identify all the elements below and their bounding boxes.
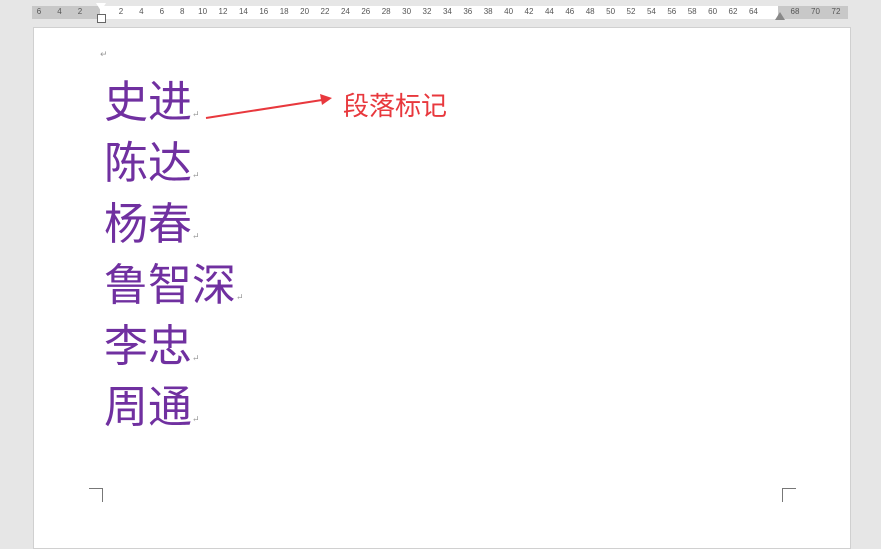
ruler-tick: 12	[218, 7, 228, 16]
ruler-tick: 44	[544, 7, 554, 16]
ruler-tick: 62	[728, 7, 738, 16]
right-indent-marker[interactable]	[775, 12, 785, 20]
document-page[interactable]: ↵ 史进↵ 陈达↵ 杨春↵ 鲁智深↵ 李忠↵ 周通↵ 段落标记	[33, 27, 851, 549]
annotation-label: 段落标记	[343, 92, 448, 122]
first-line-indent-marker[interactable]	[96, 3, 106, 11]
ruler-tick: 72	[831, 7, 841, 16]
ruler-tick: 56	[667, 7, 677, 16]
ruler-tick: 46	[565, 7, 575, 16]
ruler-tick: 14	[238, 7, 248, 16]
ruler-tick: 42	[524, 7, 534, 16]
ruler-tick: 6	[159, 7, 165, 16]
ruler-tick: 54	[646, 7, 656, 16]
ruler-tick: 40	[504, 7, 514, 16]
ruler-tick: 4	[139, 7, 144, 16]
ruler-tick: 30	[402, 7, 412, 16]
ruler-tick: 58	[687, 7, 697, 16]
ruler-tick: 52	[626, 7, 636, 16]
horizontal-ruler[interactable]: 6 4 2 2 4 6 8 10 12 14 16 18 20 22 24 26 28 30 32 34 36 38 40 4…	[32, 6, 848, 19]
ruler-tick: 50	[606, 7, 616, 16]
ruler-tick: 10	[198, 7, 208, 16]
ruler-tick: 22	[320, 7, 330, 16]
ruler-tick: 64	[748, 7, 758, 16]
ruler-tick: 48	[585, 7, 595, 16]
margin-corner-left	[89, 488, 103, 502]
ruler-tick: 70	[811, 7, 820, 16]
ruler-tick: 18	[279, 7, 289, 16]
ruler-tick: 4	[57, 7, 62, 16]
ruler-tick: 36	[463, 7, 473, 16]
ruler-tick: 2	[77, 7, 83, 16]
ruler-tick: 60	[708, 7, 718, 16]
ruler-tick: 26	[361, 7, 371, 16]
ruler-tick: 32	[422, 7, 432, 16]
left-indent-marker[interactable]	[97, 14, 106, 23]
ruler-tick: 34	[442, 7, 452, 16]
ruler-tick: 16	[259, 7, 269, 16]
ruler-tick: 8	[179, 7, 185, 16]
ruler-tick: 68	[790, 7, 800, 16]
ruler-tick: 38	[483, 7, 493, 16]
ruler-tick: 24	[340, 7, 350, 16]
ruler-tick: 6	[36, 7, 42, 16]
margin-corner-right	[782, 488, 796, 502]
ruler-tick: 2	[118, 7, 124, 16]
ruler-tick: 28	[381, 7, 391, 16]
ruler-tick: 20	[300, 7, 310, 16]
